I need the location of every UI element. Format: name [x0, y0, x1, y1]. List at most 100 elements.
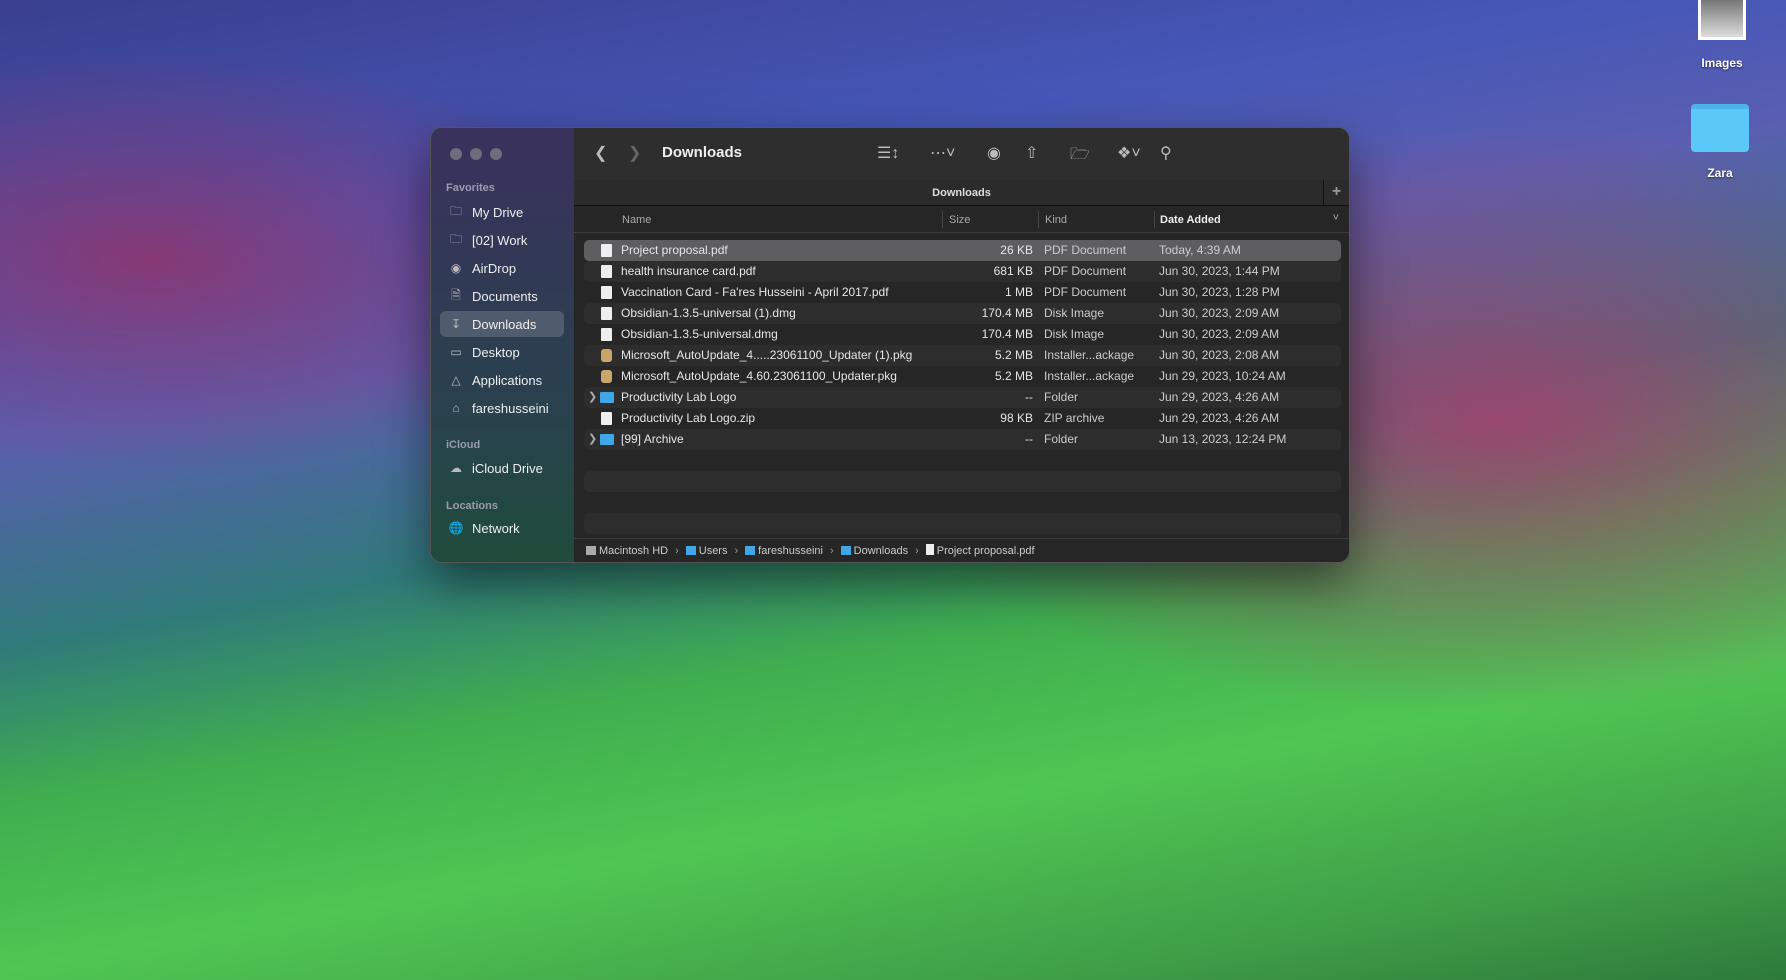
document-icon — [601, 286, 612, 299]
disclosure-chevron-icon[interactable]: ❯ — [588, 387, 597, 408]
zoom-button[interactable] — [490, 148, 502, 160]
file-kind: Disk Image — [1044, 327, 1105, 341]
file-size: 26 KB — [1000, 243, 1033, 257]
file-name: Project proposal.pdf — [621, 243, 728, 257]
desktop-item-images[interactable]: Images — [1692, 0, 1752, 70]
document-icon — [601, 328, 612, 341]
file-size: 5.2 MB — [994, 348, 1033, 362]
forward-button[interactable]: ❯ — [628, 143, 641, 163]
file-row[interactable]: Obsidian-1.3.5-universal (1).dmg 170.4 MB… — [584, 303, 1341, 324]
search-icon[interactable]: ⚲ — [1160, 143, 1172, 163]
file-date-added: Jun 30, 2023, 1:28 PM — [1159, 285, 1280, 299]
file-row[interactable]: Vaccination Card - Fa'res Husseini - Apr… — [584, 282, 1341, 303]
file-name: health insurance card.pdf — [621, 264, 756, 278]
file-date-added: Jun 13, 2023, 12:24 PM — [1159, 432, 1287, 446]
sidebar-item-airdrop[interactable]: ◉ AirDrop — [440, 255, 564, 281]
file-row[interactable]: health insurance card.pdf 681 KB PDF Docum… — [584, 261, 1341, 282]
document-icon — [601, 244, 612, 257]
sidebar-item-my-drive[interactable]: 🗀 My Drive — [440, 199, 564, 225]
column-kind[interactable]: Kind — [1045, 214, 1067, 226]
sidebar-item-label: My Drive — [472, 204, 524, 220]
path-segment-label: Downloads — [853, 544, 909, 557]
file-name: Obsidian-1.3.5-universal.dmg — [621, 327, 778, 341]
finder-window: Favorites 🗀 My Drive 🗀 [02] Work ◉ AirDrop 🗎 Doc… — [430, 127, 1350, 563]
document-icon — [601, 265, 612, 278]
file-name: Productivity Lab Logo — [621, 390, 737, 404]
sidebar: Favorites 🗀 My Drive 🗀 [02] Work ◉ AirDrop 🗎 Doc… — [431, 128, 574, 562]
path-segment[interactable]: fareshusseini — [745, 545, 823, 557]
disclosure-chevron-icon[interactable]: ❯ — [588, 429, 597, 450]
path-separator-icon: › — [734, 544, 739, 557]
sidebar-item-label: Documents — [472, 288, 538, 304]
sidebar-item--02-work[interactable]: 🗀 [02] Work — [440, 227, 564, 253]
sidebar-item-label: Downloads — [472, 316, 537, 332]
file-size: 170.4 MB — [981, 306, 1033, 320]
sidebar-item-network[interactable]: 🌐 Network — [440, 515, 564, 541]
document-icon — [925, 544, 934, 555]
sidebar-item-fareshusseini[interactable]: ⌂ fareshusseini — [440, 395, 564, 421]
folder-icon: 🗀 — [449, 203, 462, 218]
file-size: 681 KB — [993, 264, 1033, 278]
path-segment[interactable]: Downloads — [840, 544, 909, 557]
back-button[interactable]: ❮ — [594, 143, 607, 163]
list-view-icon[interactable]: ☰↕ — [877, 143, 899, 163]
sidebar-item-documents[interactable]: 🗎 Documents — [440, 283, 564, 309]
file-row[interactable]: Productivity Lab Logo.zip 98 KB ZIP archiv… — [584, 408, 1341, 429]
file-size: 170.4 MB — [981, 327, 1033, 341]
column-date-added[interactable]: Date Added — [1160, 214, 1221, 226]
file-row[interactable]: ❯ [99] Archive -- Folder Jun 13, 2023, 12:24… — [584, 429, 1341, 450]
close-button[interactable] — [450, 148, 462, 160]
file-name: Microsoft_AutoUpdate_4.....23061100_Upda… — [621, 348, 913, 362]
file-row[interactable]: Microsoft_AutoUpdate_4.....23061100_Upda… — [584, 345, 1341, 366]
minimize-button[interactable] — [470, 148, 482, 160]
file-row[interactable]: Microsoft_AutoUpdate_4.60.23061100_Updat… — [584, 366, 1341, 387]
column-size[interactable]: Size — [949, 214, 970, 226]
desktop-item-zara[interactable]: Zara — [1685, 104, 1755, 180]
file-kind: Installer...ackage — [1044, 369, 1135, 383]
sidebar-item-desktop[interactable]: ▭ Desktop — [440, 339, 564, 365]
share-icon[interactable]: ⇧ — [1025, 143, 1038, 163]
dropbox-icon[interactable]: ❖˅ — [1117, 143, 1141, 163]
folder-icon — [745, 545, 756, 555]
file-date-added: Jun 30, 2023, 2:08 AM — [1159, 348, 1280, 362]
file-name: [99] Archive — [621, 432, 684, 446]
new-folder-icon[interactable]: 🗁 — [1070, 143, 1090, 170]
airdrop-icon[interactable]: ◉ — [987, 143, 1001, 163]
file-name: Productivity Lab Logo.zip — [621, 411, 756, 425]
path-segment[interactable]: Project proposal.pdf — [925, 544, 1035, 557]
column-name[interactable]: Name — [622, 214, 651, 226]
file-date-added: Jun 29, 2023, 4:26 AM — [1159, 390, 1280, 404]
folder-icon — [685, 545, 696, 555]
file-size: 5.2 MB — [994, 369, 1033, 383]
file-row[interactable]: Project proposal.pdf 26 KB PDF Document Tod… — [584, 240, 1341, 261]
path-segment-label: fareshusseini — [758, 544, 823, 557]
path-segment[interactable]: Users — [685, 544, 728, 557]
sidebar-section-label: Favorites — [446, 182, 495, 194]
tab-downloads[interactable]: Downloads + — [574, 180, 1349, 206]
empty-row — [584, 450, 1341, 471]
path-segment-label: Users — [698, 544, 728, 557]
desktop-icon: ▭ — [450, 345, 462, 359]
sidebar-item-label: AirDrop — [472, 260, 517, 276]
sidebar-item-icloud-drive[interactable]: ☁ iCloud Drive — [440, 455, 564, 481]
sidebar-item-label: fareshusseini — [472, 400, 549, 416]
new-tab-button[interactable]: + — [1323, 180, 1349, 206]
file-row[interactable]: ❯ Productivity Lab Logo -- Folder Jun 29, 20… — [584, 387, 1341, 408]
photo-stack-icon — [1698, 0, 1746, 40]
file-size: 1 MB — [1004, 285, 1033, 299]
path-bar: Macintosh HD › Users › fareshusseini › Downloa… — [574, 538, 1349, 562]
file-size: -- — [1025, 432, 1033, 446]
folder-icon — [600, 434, 614, 445]
path-segment[interactable]: Macintosh HD — [586, 545, 668, 557]
empty-row — [584, 471, 1341, 492]
package-icon — [601, 349, 612, 362]
chevron-down-icon[interactable]: ˅ — [1333, 212, 1339, 224]
file-row[interactable]: Obsidian-1.3.5-universal.dmg 170.4 MB Disk… — [584, 324, 1341, 345]
sidebar-item-applications[interactable]: △ Applications — [440, 367, 564, 393]
folder-icon: 🗀 — [449, 231, 462, 246]
file-date-added: Jun 30, 2023, 1:44 PM — [1159, 264, 1280, 278]
folder-icon — [1691, 104, 1749, 152]
empty-row — [584, 513, 1341, 534]
sidebar-item-downloads[interactable]: ↧ Downloads — [440, 311, 564, 337]
more-actions-icon[interactable]: ⋯˅ — [930, 143, 955, 163]
